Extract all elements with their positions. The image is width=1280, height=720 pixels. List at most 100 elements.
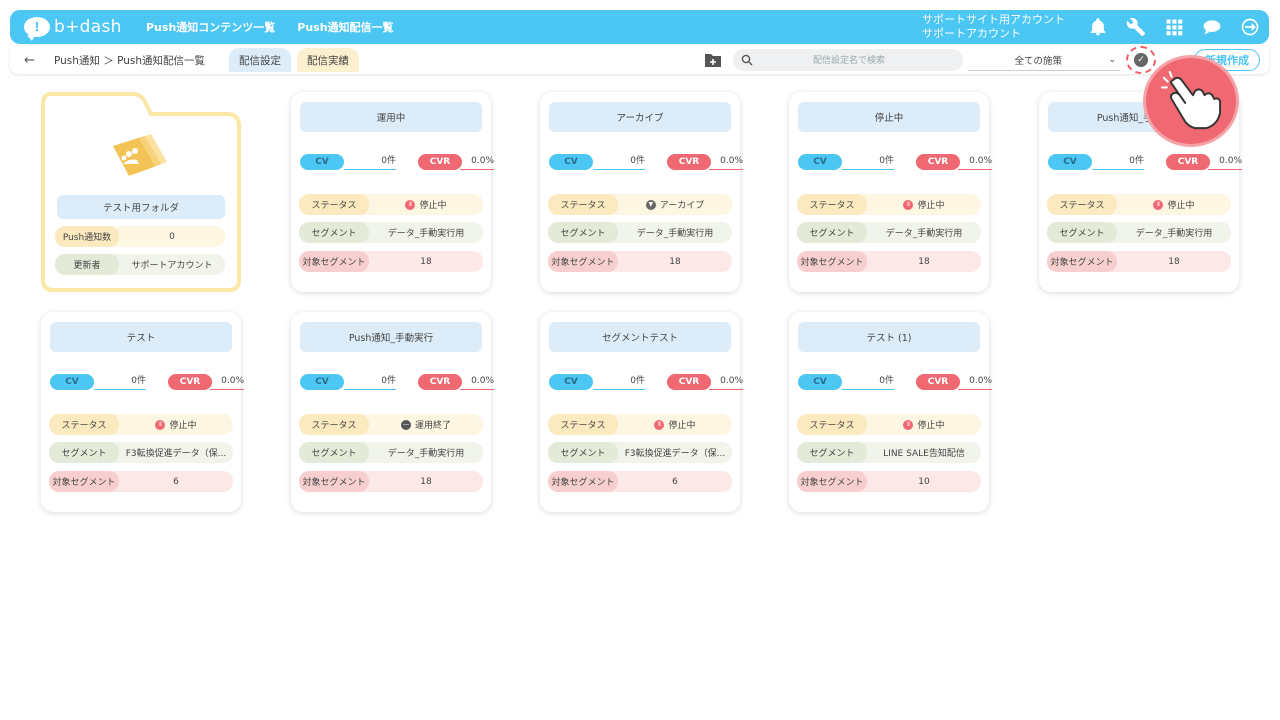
account-info[interactable]: サポートサイト用アカウント サポートアカウント (922, 13, 1065, 41)
wrench-icon[interactable] (1117, 10, 1155, 44)
target-segment-row: 対象セグメント 18 (1047, 251, 1231, 272)
back-arrow-icon[interactable]: ← (24, 53, 46, 68)
cvr-pill: CVR (418, 374, 462, 390)
status-value: Ⅱ 停止中 (119, 418, 233, 431)
status-text: 停止中 (419, 201, 447, 211)
folder-count-row: Push通知数 0 (55, 226, 225, 247)
segment-row: セグメント LINE SALE告知配信 (797, 442, 981, 463)
segment-label: セグメント (49, 442, 119, 463)
cv-pill: CV (798, 374, 842, 390)
pause-status-icon: Ⅱ (405, 199, 416, 210)
target-segment-row: 対象セグメント 18 (797, 251, 981, 272)
search-icon (741, 54, 753, 66)
search-input[interactable] (759, 55, 939, 65)
target-segment-label: 対象セグメント (797, 471, 867, 492)
target-segment-row: 対象セグメント 6 (548, 471, 732, 492)
delivery-card[interactable]: Push通知_手動実行 CV 0件 CVR 0.0% ステータス ― 運用終了 セグメント データ… (291, 312, 494, 512)
delivery-card[interactable]: セグメントテスト CV 0件 CVR 0.0% ステータス Ⅱ 停止中 セグメント F3転換促進デ… (540, 312, 743, 512)
app-logo[interactable]: ! b+dash (24, 17, 134, 41)
segment-label: セグメント (548, 222, 618, 243)
status-label: ステータス (797, 194, 867, 215)
delivery-card[interactable]: 停止中 CV 0件 CVR 0.0% ステータス Ⅱ 停止中 セグメント データ_手動実行用 対象セ… (789, 92, 992, 292)
folder-updater-row: 更新者 サポートアカウント (55, 254, 225, 275)
bell-icon[interactable] (1079, 10, 1117, 44)
target-segment-value: 18 (669, 256, 681, 267)
status-row: ステータス Ⅱ 停止中 (797, 194, 981, 215)
card-title: Push通知_手動実行 (300, 322, 482, 352)
target-segment-value: 6 (672, 476, 678, 487)
status-text: 停止中 (169, 421, 197, 431)
card-metrics: CV 0件 CVR 0.0% (798, 374, 992, 394)
chat-support-icon[interactable] (1193, 10, 1231, 44)
logo-text: b+dash (54, 17, 122, 37)
status-value: Ⅱ 停止中 (867, 418, 981, 431)
delivery-card[interactable]: テスト (1) CV 0件 CVR 0.0% ステータス Ⅱ 停止中 セグメント LINE SAL… (789, 312, 992, 512)
cvr-pill: CVR (168, 374, 212, 390)
cvr-value: 0.0% (1208, 154, 1242, 170)
status-value: Ⅱ 停止中 (618, 418, 732, 431)
cvr-value: 0.0% (958, 374, 992, 390)
target-segment-value: 10 (918, 476, 930, 487)
cv-pill: CV (300, 154, 344, 170)
folder-card[interactable]: テスト用フォルダ Push通知数 0 更新者 サポートアカウント (41, 92, 241, 292)
account-site: サポートサイト用アカウント (922, 13, 1065, 26)
card-title: 運用中 (300, 102, 482, 132)
cv-pill: CV (1048, 154, 1092, 170)
status-value: ― 運用終了 (369, 418, 483, 431)
target-segment-row: 対象セグメント 10 (797, 471, 981, 492)
status-value: ▼ アーカイブ (618, 198, 732, 211)
target-segment-label: 対象セグメント (299, 251, 369, 272)
status-text: 運用終了 (414, 421, 451, 431)
card-metrics: CV 0件 CVR 0.0% (549, 154, 743, 174)
delivery-card[interactable]: テスト CV 0件 CVR 0.0% ステータス Ⅱ 停止中 セグメント F3転換促進データ（保.… (41, 312, 244, 512)
segment-value: データ_手動実行用 (1135, 229, 1213, 239)
pointing-hand-icon (1160, 70, 1222, 130)
delivery-card[interactable]: 運用中 CV 0件 CVR 0.0% ステータス Ⅱ 停止中 セグメント データ_手動実行用 対象セ… (291, 92, 494, 292)
target-segment-row: 対象セグメント 18 (299, 471, 483, 492)
target-segment-row: 対象セグメント 18 (299, 251, 483, 272)
cv-pill: CV (549, 374, 593, 390)
nav-push-contents[interactable]: Push通知コンテンツ一覧 (146, 19, 275, 35)
nav-push-deliveries[interactable]: Push通知配信一覧 (297, 19, 393, 35)
card-title: テスト (50, 322, 232, 352)
cv-pill: CV (549, 154, 593, 170)
segment-label: セグメント (548, 442, 618, 463)
card-metrics: CV 0件 CVR 0.0% (50, 374, 244, 394)
status-text: 停止中 (917, 421, 945, 431)
segment-label: セグメント (797, 222, 867, 243)
segment-row: セグメント データ_手動実行用 (1047, 222, 1231, 243)
status-value: Ⅱ 停止中 (1117, 198, 1231, 211)
segment-row: セグメント データ_手動実行用 (299, 222, 483, 243)
status-label: ステータス (1047, 194, 1117, 215)
status-row: ステータス Ⅱ 停止中 (299, 194, 483, 215)
logout-icon[interactable] (1231, 10, 1269, 44)
apps-grid-icon[interactable] (1155, 10, 1193, 44)
segment-value: データ_手動実行用 (885, 229, 963, 239)
cv-value: 0件 (842, 154, 894, 170)
cvr-value: 0.0% (460, 374, 494, 390)
tab-delivery-settings[interactable]: 配信設定 (229, 48, 292, 72)
segment-label: セグメント (299, 222, 369, 243)
target-segment-value: 18 (918, 256, 930, 267)
measure-filter-select[interactable]: 全ての施策 ⌄ (968, 49, 1120, 71)
target-segment-label: 対象セグメント (797, 251, 867, 272)
delivery-card[interactable]: アーカイブ CV 0件 CVR 0.0% ステータス ▼ アーカイブ セグメント データ_手動実行… (540, 92, 743, 292)
approve-toggle-button[interactable]: ✓ (1126, 46, 1156, 74)
tab-delivery-results[interactable]: 配信実績 (297, 48, 360, 72)
status-value: Ⅱ 停止中 (867, 198, 981, 211)
status-label: ステータス (548, 414, 618, 435)
segment-value: F3転換促進データ（保... (624, 449, 726, 459)
cvr-pill: CVR (916, 374, 960, 390)
logo-bubble-icon: ! (24, 17, 50, 41)
folder-add-icon[interactable] (704, 52, 722, 68)
chevron-down-icon: ⌄ (1108, 54, 1116, 65)
folder-updater-value: サポートアカウント (131, 261, 213, 271)
status-value: Ⅱ 停止中 (369, 198, 483, 211)
folder-title: テスト用フォルダ (57, 195, 225, 219)
archive-status-icon: ▼ (645, 199, 656, 210)
status-row: ステータス ▼ アーカイブ (548, 194, 732, 215)
cv-value: 0件 (344, 374, 396, 390)
segment-label: セグメント (299, 442, 369, 463)
pause-status-icon: Ⅱ (654, 419, 665, 430)
target-segment-value: 18 (420, 476, 432, 487)
